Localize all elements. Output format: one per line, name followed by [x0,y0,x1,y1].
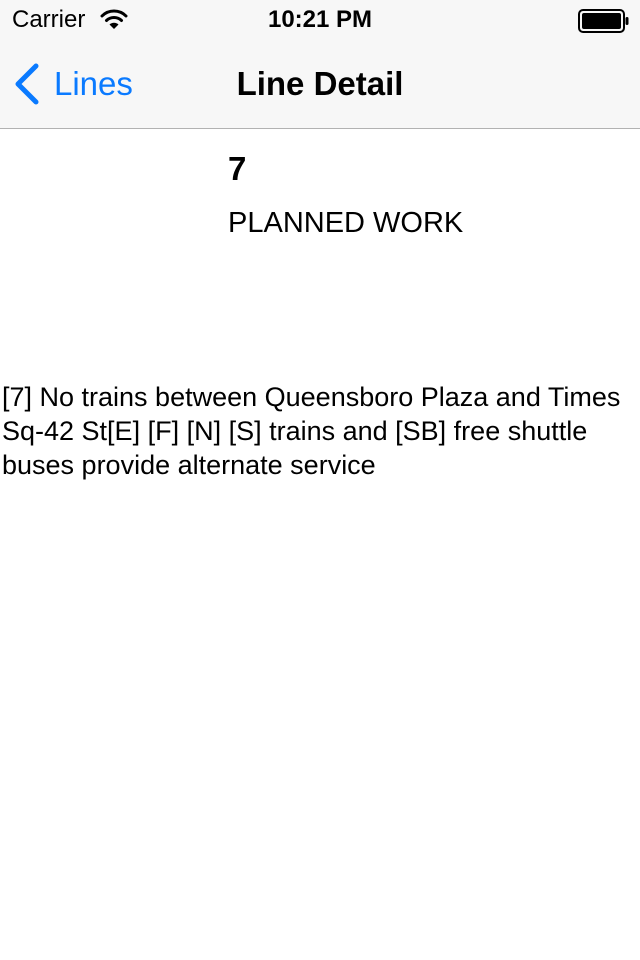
page-title: Line Detail [236,65,404,102]
navigation-bar: Lines Line Detail [0,40,640,128]
line-number: 7 [228,150,247,187]
service-message: [7] No trains between Queensboro Plaza a… [2,382,621,480]
battery-icon [578,9,629,33]
screen: Carrier 10:21 PM Lines Line Detail 7 PLA… [0,0,640,960]
clock: 10:21 PM [267,6,373,33]
line-status: PLANNED WORK [228,207,464,239]
top-bar: Carrier 10:21 PM Lines Line Detail [0,0,640,129]
status-bar: Carrier 10:21 PM [0,0,640,40]
